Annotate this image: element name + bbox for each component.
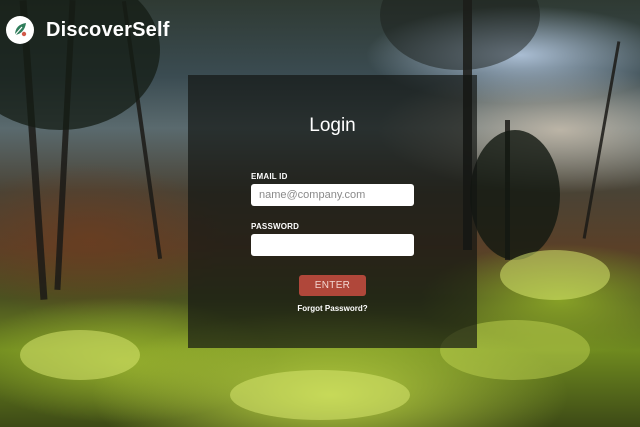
email-label: EMAIL ID (251, 172, 288, 181)
password-input[interactable] (251, 234, 414, 256)
leaf-logo-icon (6, 16, 34, 44)
login-title: Login (309, 115, 356, 136)
login-page: DiscoverSelf Login EMAIL ID PASSWORD ENT… (0, 0, 640, 427)
brand[interactable]: DiscoverSelf (6, 16, 170, 44)
brand-name: DiscoverSelf (46, 18, 170, 41)
enter-button[interactable]: ENTER (299, 275, 366, 296)
email-input[interactable] (251, 184, 414, 206)
forgot-password-link[interactable]: Forgot Password? (188, 304, 477, 313)
login-panel: Login EMAIL ID PASSWORD ENTER Forgot Pas… (188, 75, 477, 348)
password-label: PASSWORD (251, 222, 300, 231)
